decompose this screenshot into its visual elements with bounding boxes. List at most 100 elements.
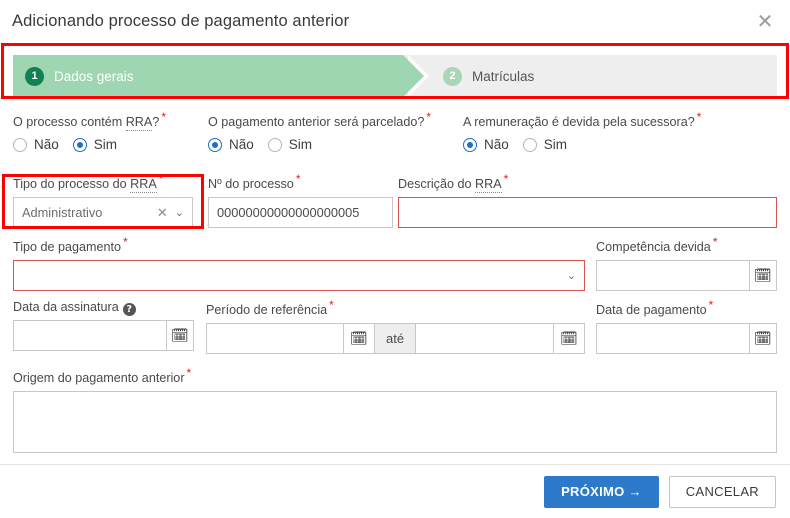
input-periodo-inicio-text[interactable]	[215, 324, 335, 354]
radio-option-nao[interactable]: Não	[13, 137, 59, 152]
required-marker: *	[712, 235, 718, 249]
field-numero-processo: Nº do processo *	[208, 172, 393, 229]
label-abbr-rra: RRA	[130, 177, 157, 194]
required-marker: *	[161, 110, 166, 124]
select-tipo-processo-rra[interactable]: Administrativo ✕ ⌄	[13, 197, 193, 229]
radio-option-nao[interactable]: Não	[208, 137, 254, 152]
radio-circle-sim[interactable]	[522, 137, 537, 152]
calendar-icon[interactable]: 🗓	[748, 323, 777, 355]
field-periodo-referencia: Período de referência * 🗓 até 🗓	[206, 298, 585, 355]
radio-circle-nao[interactable]	[463, 137, 477, 152]
radio-circle-nao[interactable]	[13, 137, 27, 152]
select-wrapper-tipo-pagamento: ⌄	[13, 260, 585, 292]
required-marker: *	[329, 298, 334, 312]
select-icons: ✕ ⌄	[157, 205, 184, 221]
label-remuneracao-sucessora: A remuneração é devida pela sucessora? *	[463, 110, 701, 129]
radio-option-nao[interactable]: Não	[463, 137, 509, 152]
input-competencia-devida-text[interactable]	[605, 261, 741, 291]
calendar-icon-inicio[interactable]: 🗓	[342, 323, 375, 355]
dialog-title: Adicionando processo de pagamento anteri…	[12, 11, 350, 30]
select-value-tipo-processo-rra: Administrativo	[22, 205, 103, 221]
calendar-icon[interactable]: 🗓	[748, 260, 777, 292]
periodo-separator: até	[374, 323, 417, 355]
field-origem-pagamento-anterior: Origem do pagamento anterior *	[13, 366, 777, 458]
label-text: O pagamento anterior será parcelado?	[208, 115, 425, 130]
input-data-pagamento-text[interactable]	[605, 324, 741, 354]
input-data-assinatura-text[interactable]	[22, 321, 158, 350]
field-pagamento-parcelado: O pagamento anterior será parcelado? * Nã…	[208, 110, 458, 152]
field-processo-contem-rra: O processo contém RRA? * Não Sim	[13, 110, 208, 152]
input-group-data-assinatura: 🗓	[13, 320, 194, 351]
chevron-down-icon[interactable]: ⌄	[567, 269, 576, 282]
input-group-competencia-devida: 🗓	[596, 260, 777, 292]
label-text-suffix: ?	[152, 115, 160, 130]
field-descricao-rra: Descrição do RRA *	[398, 172, 777, 229]
textarea-origem-pagamento[interactable]	[13, 391, 777, 454]
input-numero-processo[interactable]	[208, 197, 393, 229]
label-abbr-rra: RRA	[475, 177, 502, 194]
radio-option-sim[interactable]: Sim	[522, 137, 568, 153]
input-data-assinatura[interactable]	[13, 320, 166, 351]
label-data-pagamento: Data de pagamento *	[596, 298, 713, 317]
label-abbr-rra: RRA	[125, 115, 153, 132]
step-dados-gerais[interactable]: 1 Dados gerais	[13, 55, 429, 97]
label-text: Período de referência	[206, 303, 328, 318]
input-wrapper-descricao-rra	[398, 197, 777, 229]
cancel-button[interactable]: CANCELAR	[668, 475, 776, 508]
chevron-down-icon[interactable]: ⌄	[175, 206, 184, 219]
radio-label-sim: Sim	[543, 137, 568, 153]
help-icon[interactable]: ?	[122, 303, 136, 316]
field-data-pagamento: Data de pagamento * 🗓	[596, 298, 777, 355]
label-processo-contem-rra: O processo contém RRA? *	[13, 110, 166, 132]
calendar-icon[interactable]: 🗓	[165, 320, 194, 351]
label-text-prefix: Tipo do processo do	[13, 177, 131, 192]
close-icon[interactable]: ✕	[753, 9, 777, 33]
input-periodo-fim[interactable]	[416, 323, 554, 355]
input-periodo-fim-text[interactable]	[424, 324, 546, 354]
required-marker: *	[158, 172, 164, 186]
radio-option-sim[interactable]: Sim	[267, 137, 313, 153]
radio-group-pagamento-parcelado: Não Sim	[208, 137, 458, 152]
required-marker: *	[186, 366, 192, 380]
label-text: Competência devida	[596, 240, 711, 255]
step-1-label: Dados gerais	[54, 68, 134, 84]
radio-group-remuneracao-sucessora: Não Sim	[463, 137, 723, 152]
calendar-icon-fim[interactable]: 🗓	[553, 323, 585, 355]
input-periodo-inicio[interactable]	[206, 323, 343, 355]
step-1-number: 1	[25, 66, 44, 86]
label-tipo-processo-rra: Tipo do processo do RRA *	[13, 172, 164, 194]
step-2-number: 2	[443, 66, 462, 86]
radio-group-processo-contem-rra: Não Sim	[13, 137, 208, 152]
label-pagamento-parcelado: O pagamento anterior será parcelado? *	[208, 110, 431, 129]
dialog-footer: PRÓXIMO → CANCELAR	[0, 464, 790, 518]
radio-circle-nao[interactable]	[208, 137, 222, 152]
radio-label-nao: Não	[484, 137, 509, 153]
select-tipo-pagamento[interactable]: ⌄	[13, 260, 585, 292]
input-descricao-rra[interactable]	[398, 197, 777, 229]
dialog-titlebar: Adicionando processo de pagamento anteri…	[0, 0, 790, 42]
input-descricao-rra-text[interactable]	[407, 198, 768, 228]
label-text: A remuneração é devida pela sucessora?	[463, 115, 695, 130]
clear-icon[interactable]: ✕	[157, 205, 168, 221]
field-competencia-devida: Competência devida * 🗓	[596, 235, 777, 292]
required-marker: *	[696, 110, 702, 124]
required-marker: *	[123, 235, 128, 249]
next-button[interactable]: PRÓXIMO →	[544, 475, 659, 508]
label-data-assinatura: Data da assinatura?	[13, 300, 136, 316]
field-tipo-processo-rra: Tipo do processo do RRA * Administrativo …	[13, 172, 193, 229]
label-text: Nº do processo	[208, 177, 294, 192]
input-data-pagamento[interactable]	[596, 323, 749, 355]
input-competencia-devida[interactable]	[596, 260, 749, 292]
radio-option-sim[interactable]: Sim	[72, 137, 117, 152]
input-numero-processo-text[interactable]	[217, 198, 384, 228]
radio-circle-sim[interactable]	[72, 137, 87, 152]
field-remuneracao-sucessora: A remuneração é devida pela sucessora? * …	[463, 110, 723, 152]
label-numero-processo: Nº do processo *	[208, 172, 300, 191]
label-descricao-rra: Descrição do RRA *	[398, 172, 508, 194]
radio-circle-sim[interactable]	[267, 137, 282, 152]
label-text: Data da assinatura	[13, 300, 119, 314]
label-competencia-devida: Competência devida *	[596, 235, 718, 254]
radio-label-nao: Não	[34, 137, 59, 153]
required-marker: *	[708, 298, 714, 312]
radio-label-sim: Sim	[288, 137, 313, 153]
